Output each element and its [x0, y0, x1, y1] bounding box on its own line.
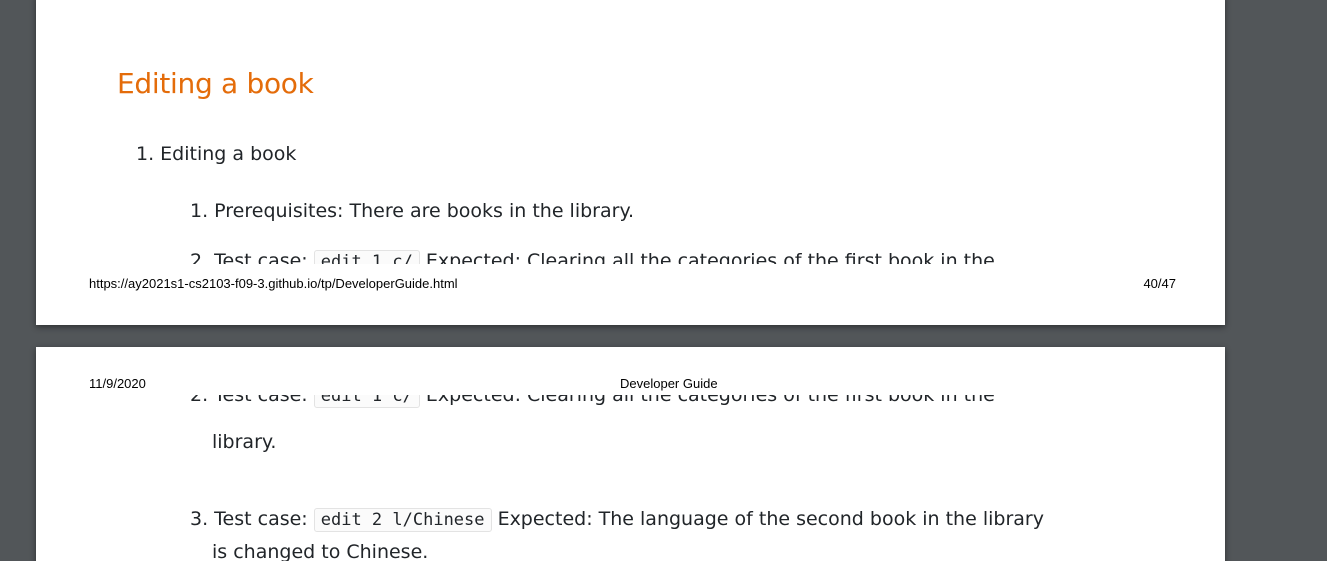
header-title: Developer Guide	[620, 376, 718, 391]
command-code: edit 1 c/	[313, 250, 420, 264]
sub-item-prerequisites: 1. Prerequisites: There are books in the…	[190, 200, 635, 222]
list-item-editing-a-book: 1. Editing a book	[136, 143, 297, 165]
footer-page-number: 40/47	[1143, 276, 1176, 291]
continuation-line: library.	[212, 431, 277, 453]
section-heading: Editing a book	[117, 67, 314, 100]
pdf-page-41: 11/9/2020 Developer Guide 2. Test case: …	[36, 347, 1225, 561]
test-case-label: 2. Test case:	[190, 250, 308, 264]
expected-text: Expected: Clearing all the categories of…	[425, 250, 995, 264]
test-case-label: 2. Test case:	[190, 395, 308, 406]
pdf-page-40: Editing a book 1. Editing a book 1. Prer…	[36, 0, 1225, 325]
sub-item-test-case-1-continued: 2. Test case: edit 1 c/ Expected: Cleari…	[190, 395, 1150, 417]
pdf-viewer: Editing a book 1. Editing a book 1. Prer…	[0, 0, 1327, 561]
footer-url: https://ay2021s1-cs2103-f09-3.github.io/…	[89, 276, 458, 291]
header-date: 11/9/2020	[89, 376, 146, 391]
command-code: edit 2 l/Chinese	[313, 508, 492, 532]
sub-item-test-case-1-clipped: 2. Test case: edit 1 c/ Expected: Cleari…	[190, 250, 1150, 264]
expected-text: Expected: Clearing all the categories of…	[425, 395, 995, 406]
sub-item-test-case-2: 3. Test case: edit 2 l/Chinese Expected:…	[190, 508, 1044, 532]
test-case-label: 3. Test case:	[190, 508, 308, 530]
expected-text: Expected: The language of the second boo…	[497, 508, 1044, 530]
command-code: edit 1 c/	[313, 395, 420, 408]
continuation-line: is changed to Chinese.	[212, 541, 429, 561]
